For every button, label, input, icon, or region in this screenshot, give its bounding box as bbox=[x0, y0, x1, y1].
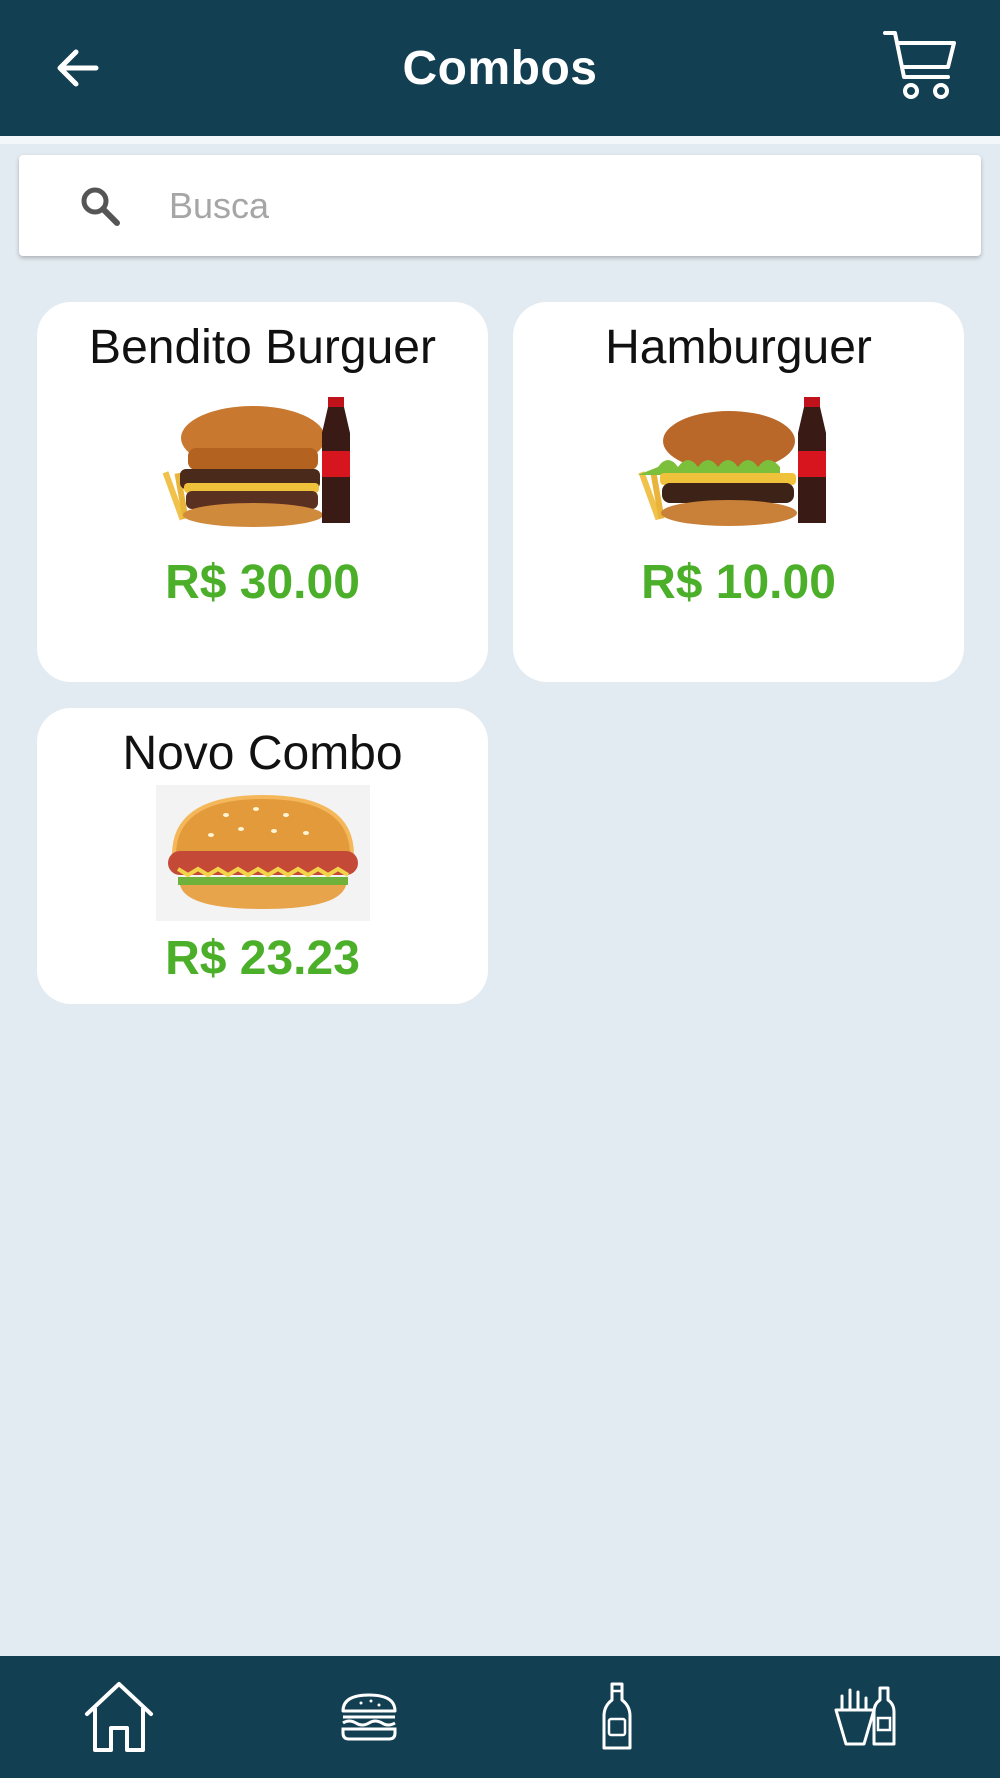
page-title: Combos bbox=[402, 41, 598, 95]
nav-burgers[interactable] bbox=[319, 1670, 419, 1762]
combo-name: Novo Combo bbox=[122, 727, 403, 780]
arrow-left-icon bbox=[57, 49, 99, 87]
search-icon bbox=[81, 187, 120, 226]
home-icon bbox=[85, 1682, 153, 1752]
nav-sides[interactable] bbox=[815, 1670, 915, 1762]
appbar-divider bbox=[0, 136, 1000, 144]
combo-name: Bendito Burguer bbox=[89, 321, 436, 374]
cart-icon bbox=[883, 31, 956, 99]
combo-card[interactable]: Hamburguer R$ 10.00 bbox=[513, 302, 964, 682]
app-bar: Combos bbox=[0, 0, 1000, 136]
combo-price: R$ 30.00 bbox=[165, 556, 360, 609]
search-input[interactable] bbox=[169, 175, 929, 236]
combo-name: Hamburguer bbox=[605, 321, 872, 374]
bottle-icon bbox=[602, 1682, 632, 1750]
nav-drinks[interactable] bbox=[567, 1670, 667, 1762]
combo-price: R$ 23.23 bbox=[165, 932, 360, 985]
bottom-nav bbox=[0, 1656, 1000, 1778]
fries-and-drink-icon bbox=[834, 1686, 896, 1746]
burger-with-coke-and-fries-image bbox=[162, 397, 350, 527]
combo-card[interactable]: Novo Combo R$ 23.23 bbox=[37, 708, 488, 1004]
burger-with-lettuce-coke-and-fries-image bbox=[637, 397, 826, 526]
back-button[interactable] bbox=[48, 38, 108, 98]
search-bar bbox=[19, 155, 981, 256]
combo-card[interactable]: Bendito Burguer R$ 30.00 bbox=[37, 302, 488, 682]
burger-icon bbox=[341, 1693, 397, 1741]
hotdog-burger-illustration-image bbox=[155, 785, 370, 921]
cart-button[interactable] bbox=[870, 20, 970, 110]
nav-home[interactable] bbox=[69, 1670, 169, 1762]
combo-price: R$ 10.00 bbox=[641, 556, 836, 609]
